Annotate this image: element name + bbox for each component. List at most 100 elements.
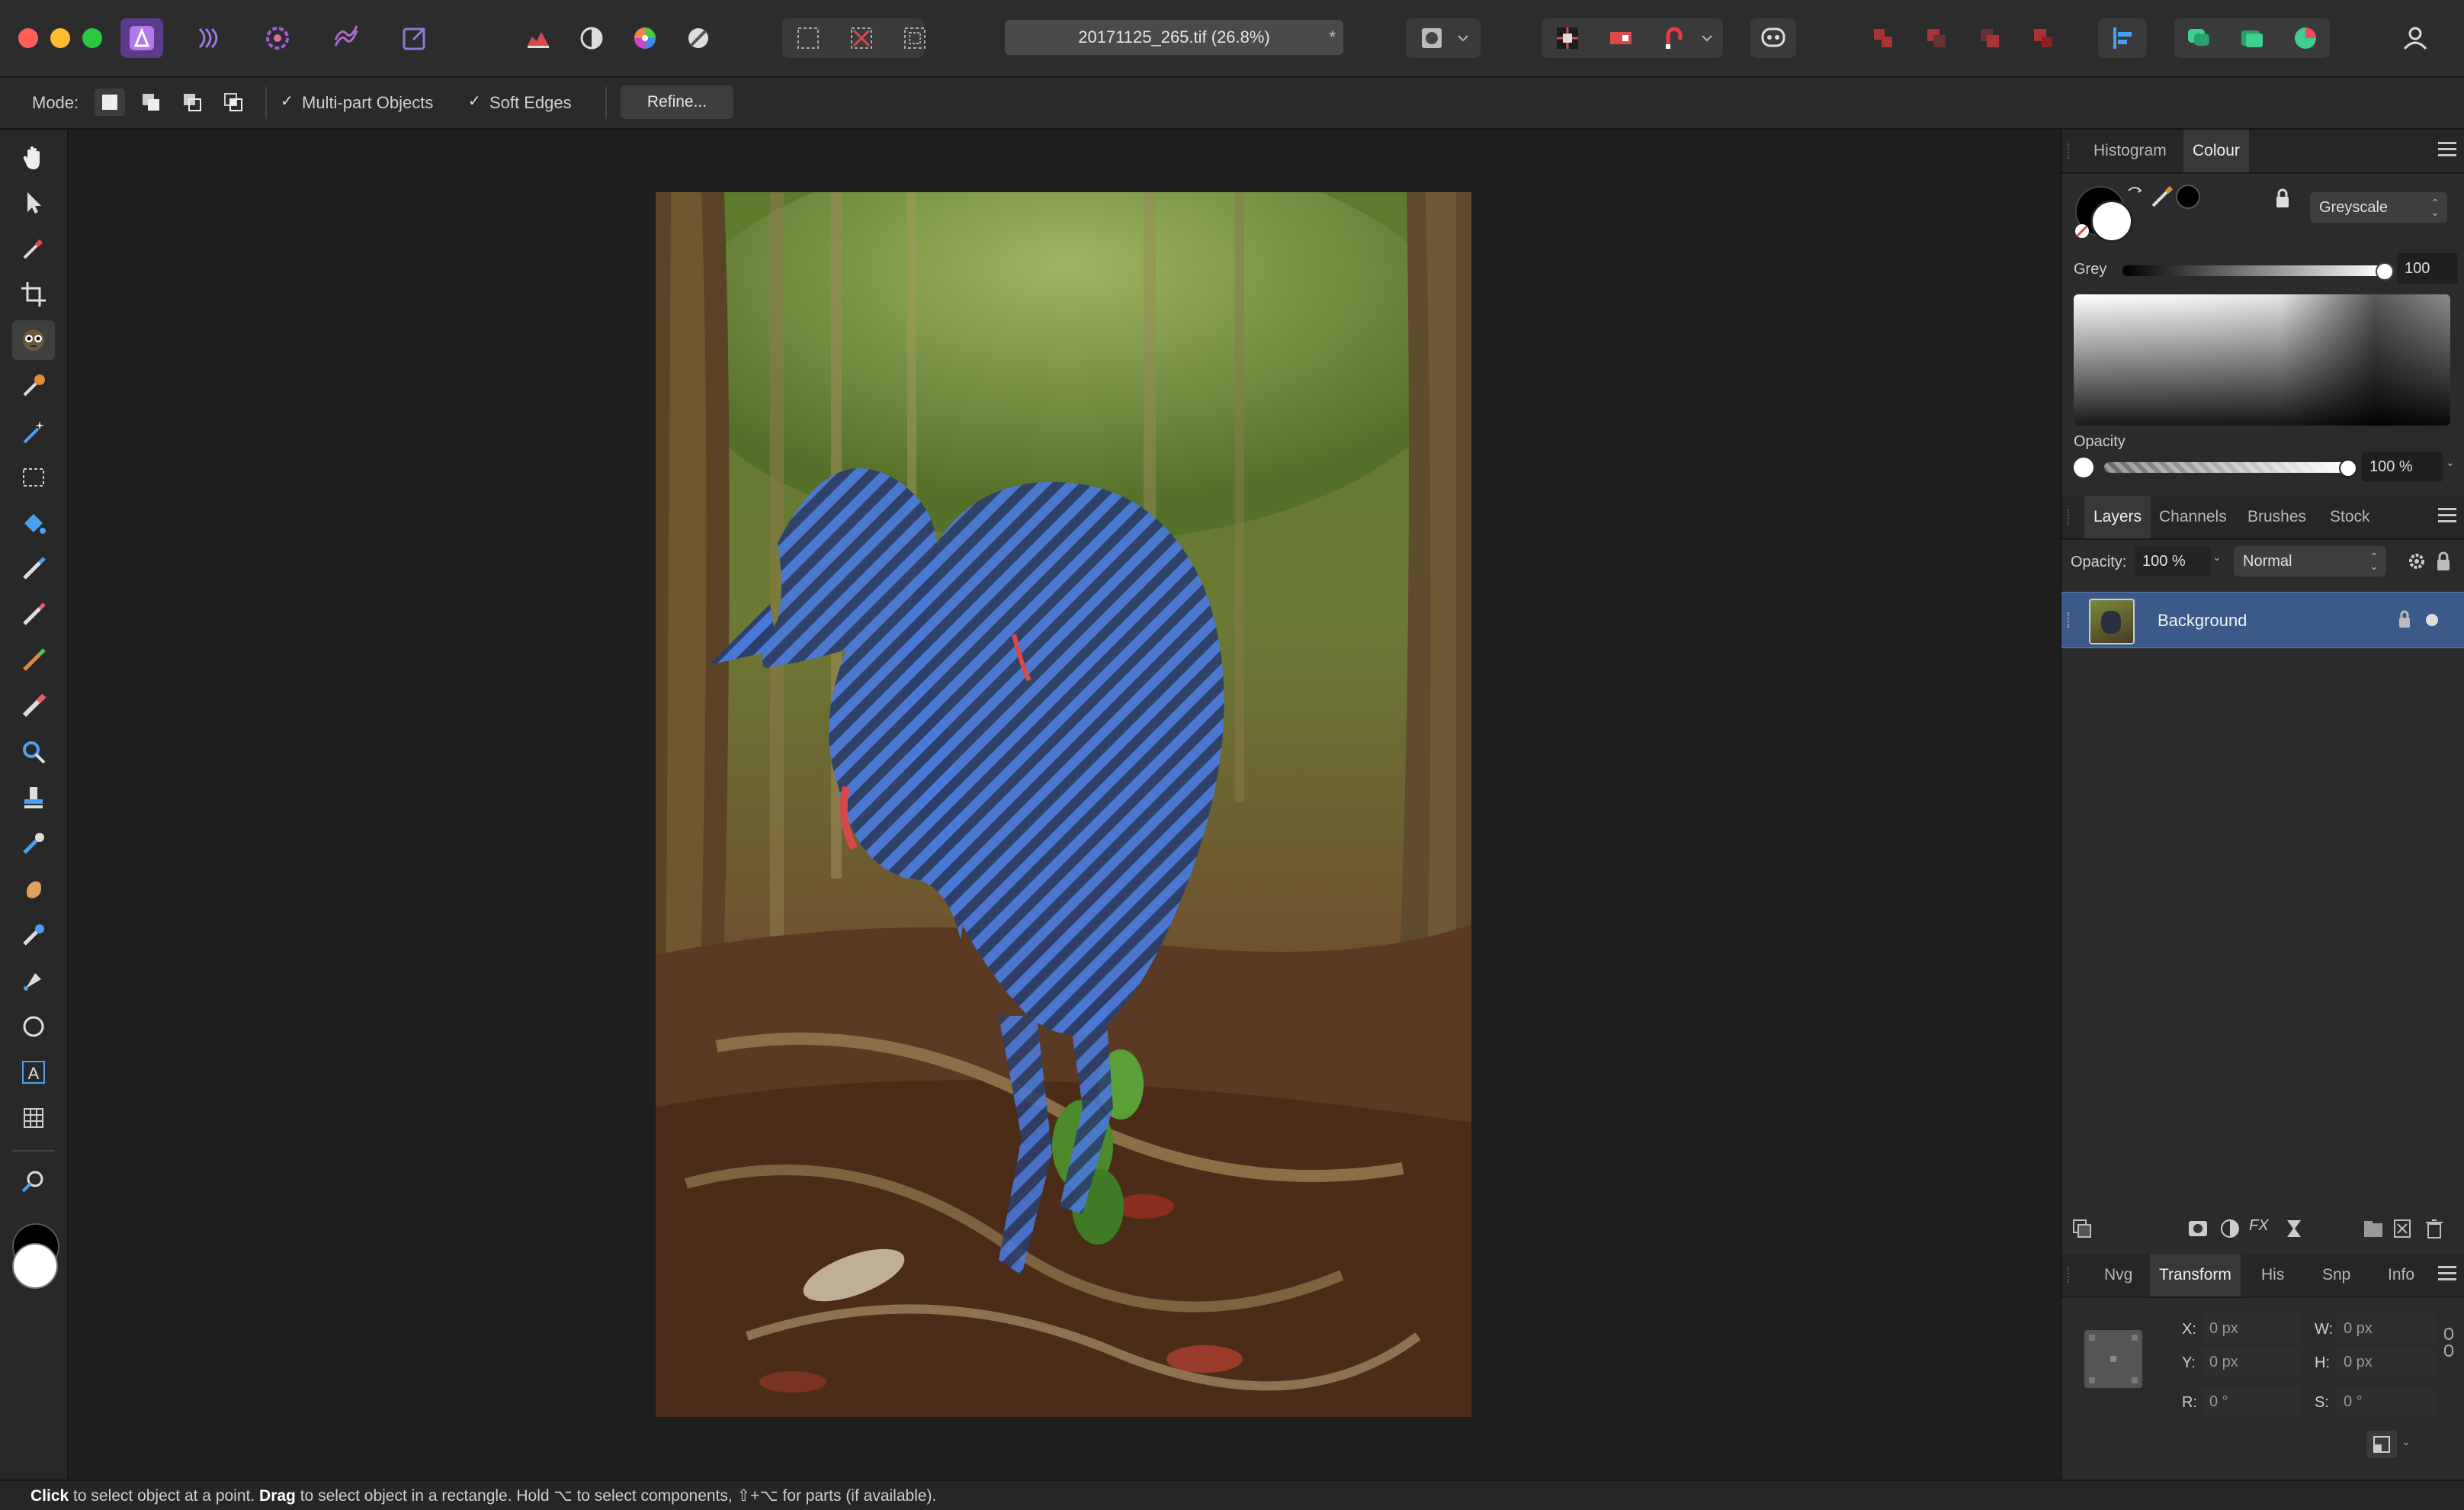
- layer-lock-icon[interactable]: [2435, 551, 2452, 572]
- colour-wheel-icon[interactable]: [624, 18, 666, 58]
- levels-icon[interactable]: [517, 18, 560, 58]
- snapping-chevron-icon[interactable]: [1696, 18, 1718, 58]
- view-tool-icon[interactable]: [12, 137, 55, 177]
- grey-value-field[interactable]: 100: [2397, 253, 2458, 284]
- panel-grip[interactable]: [2068, 1267, 2074, 1283]
- layer-opacity-chevron-icon[interactable]: ⌄: [2212, 551, 2228, 572]
- white-balance-icon[interactable]: [677, 18, 720, 58]
- tab-stock[interactable]: Stock: [2321, 496, 2379, 538]
- move-tool-icon[interactable]: [12, 183, 55, 223]
- divide-boolean-icon[interactable]: [2022, 18, 2065, 58]
- r-field[interactable]: 0 °: [2202, 1386, 2301, 1417]
- tab-snapshots[interactable]: Snp: [2313, 1254, 2360, 1296]
- delete-layer-icon[interactable]: [2423, 1217, 2446, 1240]
- add-boolean-icon[interactable]: [1862, 18, 1904, 58]
- colour-spectrum[interactable]: [2074, 294, 2450, 426]
- layer-drag-handle[interactable]: [2068, 612, 2080, 628]
- document-image[interactable]: [656, 192, 1471, 1417]
- y-field[interactable]: 0 px: [2202, 1347, 2301, 1377]
- link-icon[interactable]: [2443, 1327, 2455, 1357]
- magic-wand-tool-icon[interactable]: [12, 412, 55, 451]
- export-persona-icon[interactable]: [393, 18, 436, 58]
- flood-select-tool-icon[interactable]: [12, 366, 55, 406]
- snapping-icon[interactable]: [1653, 18, 1696, 58]
- refine-button[interactable]: Refine...: [621, 85, 733, 119]
- align-icon[interactable]: [2101, 18, 2144, 58]
- transform-origin-icon[interactable]: [2366, 1431, 2397, 1458]
- opacity-chevron-icon[interactable]: ⌄: [2446, 456, 2459, 477]
- tone-mapping-persona-icon[interactable]: [325, 18, 367, 58]
- panel-menu-icon[interactable]: [2438, 142, 2456, 157]
- panel-grip[interactable]: [2068, 509, 2074, 525]
- lock-icon[interactable]: [2273, 188, 2292, 209]
- mode-intersect-button[interactable]: [218, 88, 249, 116]
- zoom-tool-icon[interactable]: [12, 1162, 55, 1202]
- user-icon[interactable]: [2394, 18, 2437, 58]
- soft-edges-checkbox[interactable]: ✓: [468, 92, 481, 111]
- tone-icon[interactable]: [570, 18, 613, 58]
- panel-menu-icon[interactable]: [2438, 1266, 2456, 1281]
- paint-brush-tool-icon[interactable]: [12, 549, 55, 589]
- mixer-brush-tool-icon[interactable]: [12, 641, 55, 680]
- studio-palette-icon[interactable]: [2284, 18, 2327, 58]
- intersect-boolean-icon[interactable]: [1968, 18, 2011, 58]
- mask-layer-icon[interactable]: [2186, 1217, 2209, 1240]
- tab-channels[interactable]: Channels: [2150, 496, 2236, 538]
- studio-folder-icon[interactable]: [2231, 18, 2273, 58]
- layer-locked-icon[interactable]: [2397, 609, 2412, 629]
- selection-brush-tool-icon[interactable]: [12, 320, 55, 360]
- marquee-icon[interactable]: [787, 18, 829, 58]
- arrange-icon[interactable]: [1546, 18, 1589, 58]
- inpainting-tool-icon[interactable]: [12, 915, 55, 955]
- quick-mask-icon[interactable]: [1410, 18, 1453, 58]
- layer-opacity-field[interactable]: 100 %: [2135, 546, 2211, 577]
- clone-tool-icon[interactable]: [12, 778, 55, 818]
- blend-mode-select[interactable]: Normal ⌃ ⌄: [2234, 546, 2386, 577]
- grey-slider-handle[interactable]: [2376, 262, 2394, 281]
- transform-origin-chevron-icon[interactable]: ⌄: [2401, 1435, 2415, 1454]
- mode-new-button[interactable]: [95, 88, 125, 116]
- assistant-icon[interactable]: [1752, 18, 1795, 58]
- crop-tool-icon[interactable]: [12, 275, 55, 314]
- tab-brushes[interactable]: Brushes: [2238, 496, 2315, 538]
- erase-tool-icon[interactable]: [12, 686, 55, 726]
- pixel-brush-tool-icon[interactable]: [12, 595, 55, 635]
- studio-chat-icon[interactable]: [2177, 18, 2220, 58]
- zoom-window-button[interactable]: [82, 28, 102, 48]
- h-field[interactable]: 0 px: [2336, 1347, 2435, 1377]
- liquify-persona-icon[interactable]: [188, 18, 230, 58]
- red-eye-tool-icon[interactable]: [12, 824, 55, 863]
- canvas-area[interactable]: [69, 130, 2060, 1479]
- invert-selection-icon[interactable]: [894, 18, 936, 58]
- pen-tool-icon[interactable]: [12, 961, 55, 1001]
- pin-icon[interactable]: [1599, 18, 1642, 58]
- colour-picker-tool-icon[interactable]: [12, 229, 55, 268]
- adjustment-layer-icon[interactable]: [2219, 1217, 2241, 1240]
- fill-tool-icon[interactable]: [12, 503, 55, 543]
- opacity-value-field[interactable]: 100 %: [2362, 451, 2443, 482]
- opacity-slider[interactable]: [2104, 462, 2347, 473]
- eyedropper-icon[interactable]: [2147, 182, 2177, 212]
- tab-transform[interactable]: Transform: [2150, 1254, 2241, 1296]
- x-field[interactable]: 0 px: [2202, 1313, 2301, 1344]
- no-colour-icon[interactable]: [2075, 224, 2089, 238]
- stroke-colour-swatch[interactable]: [2090, 200, 2133, 243]
- ellipse-tool-icon[interactable]: [12, 1007, 55, 1046]
- grey-slider[interactable]: [2122, 265, 2382, 276]
- fx-icon[interactable]: FX: [2249, 1217, 2275, 1240]
- tab-histogram[interactable]: Histogram: [2084, 130, 2176, 172]
- close-window-button[interactable]: [18, 28, 38, 48]
- layer-mode-icon[interactable]: [2071, 1217, 2093, 1240]
- live-filter-icon[interactable]: [2283, 1217, 2305, 1240]
- mode-add-button[interactable]: [136, 88, 166, 116]
- tab-colour[interactable]: Colour: [2183, 130, 2249, 172]
- panel-menu-icon[interactable]: [2438, 508, 2456, 523]
- s-field[interactable]: 0 °: [2336, 1386, 2435, 1417]
- mesh-warp-tool-icon[interactable]: [12, 1098, 55, 1138]
- layer-settings-gear-icon[interactable]: [2406, 551, 2427, 572]
- add-group-icon[interactable]: [2362, 1217, 2385, 1240]
- smudge-tool-icon[interactable]: [12, 869, 55, 909]
- layer-visibility-icon[interactable]: [2426, 614, 2438, 626]
- layer-row-background[interactable]: Background: [2061, 592, 2464, 648]
- subtract-boolean-icon[interactable]: [1915, 18, 1958, 58]
